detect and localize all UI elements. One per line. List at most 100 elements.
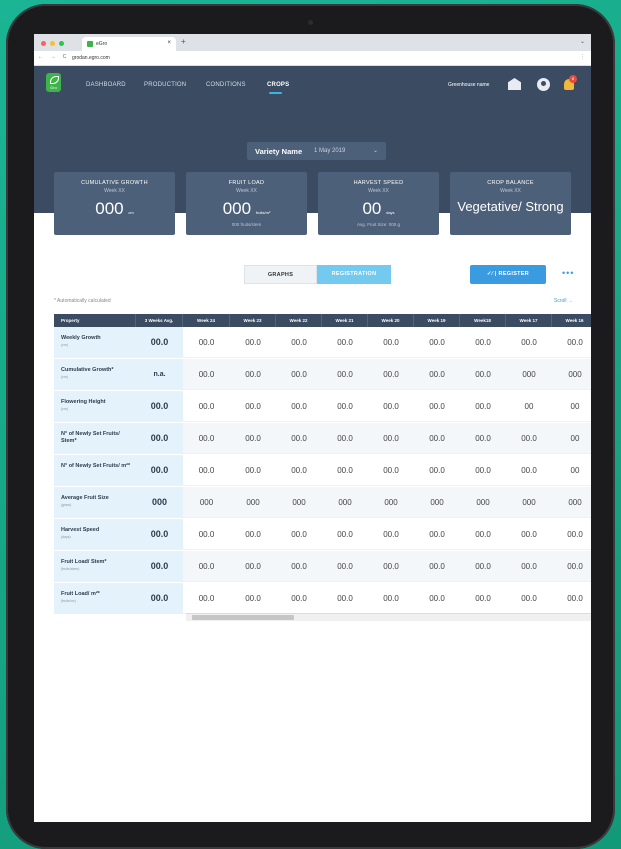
week-value-cell[interactable]: 00.0 [506, 583, 552, 614]
week-value-cell[interactable]: 00.0 [322, 551, 368, 582]
week-value-cell[interactable]: 00.0 [183, 359, 230, 390]
egro-logo[interactable]: Gro [46, 73, 61, 92]
window-controls[interactable] [41, 41, 64, 46]
week-value-cell[interactable]: 000 [552, 359, 591, 390]
week-value-cell[interactable]: 00.0 [322, 455, 368, 486]
week-value-cell[interactable]: 00.0 [368, 551, 414, 582]
week-value-cell[interactable]: 00.0 [276, 583, 322, 614]
nav-crops[interactable]: CROPS [267, 82, 289, 88]
week-value-cell[interactable]: 00.0 [276, 551, 322, 582]
week-value-cell[interactable]: 00.0 [276, 391, 322, 422]
week-value-cell[interactable]: 00.0 [506, 423, 552, 454]
week-value-cell[interactable]: 00.0 [552, 519, 591, 550]
week-value-cell[interactable]: 00.0 [230, 359, 276, 390]
week-value-cell[interactable]: 00.0 [322, 423, 368, 454]
week-value-cell[interactable]: 00.0 [414, 327, 460, 358]
nav-conditions[interactable]: CONDITIONS [206, 82, 246, 88]
week-value-cell[interactable]: 00.0 [276, 359, 322, 390]
week-value-cell[interactable]: 00 [552, 423, 591, 454]
week-value-cell[interactable]: 00.0 [552, 551, 591, 582]
scroll-hint[interactable]: Scroll → [554, 298, 573, 304]
week-value-cell[interactable]: 00.0 [460, 519, 506, 550]
horizontal-scrollbar[interactable] [186, 613, 591, 621]
table-row[interactable]: N° of Newly Set Fruits/ m²* 00.0 00.0 00.0 0… [54, 455, 591, 486]
week-value-cell[interactable]: 00.0 [414, 583, 460, 614]
week-value-cell[interactable]: 00.0 [460, 455, 506, 486]
week-value-cell[interactable]: 00.0 [183, 327, 230, 358]
table-row[interactable]: Fruit Load/ Stem* (fruits/stem) 00.0 00.0 00… [54, 551, 591, 582]
week-value-cell[interactable]: 000 [230, 487, 276, 518]
week-value-cell[interactable]: 00.0 [414, 551, 460, 582]
week-value-cell[interactable]: 00.0 [322, 327, 368, 358]
week-value-cell[interactable]: 000 [368, 487, 414, 518]
week-value-cell[interactable]: 00.0 [506, 455, 552, 486]
week-value-cell[interactable]: 00.0 [368, 359, 414, 390]
browser-tab[interactable]: eGro × [82, 37, 176, 51]
week-value-cell[interactable]: 00.0 [414, 359, 460, 390]
week-value-cell[interactable]: 000 [276, 487, 322, 518]
table-row[interactable]: Average Fruit Size (gram) 000 000 000 000 000 0… [54, 487, 591, 518]
more-options-icon[interactable]: ••• [562, 268, 574, 278]
week-value-cell[interactable]: 00.0 [460, 583, 506, 614]
week-value-cell[interactable]: 00.0 [276, 327, 322, 358]
week-value-cell[interactable]: 00.0 [414, 391, 460, 422]
tab-close-icon[interactable]: × [167, 40, 171, 46]
tab-registration[interactable]: REGISTRATION [317, 265, 391, 284]
week-value-cell[interactable]: 00.0 [552, 583, 591, 614]
week-value-cell[interactable]: 00.0 [183, 391, 230, 422]
new-tab-button[interactable]: + [181, 37, 186, 46]
week-value-cell[interactable]: 00.0 [183, 519, 230, 550]
week-value-cell[interactable]: 00.0 [230, 423, 276, 454]
week-value-cell[interactable]: 000 [552, 487, 591, 518]
week-value-cell[interactable]: 00.0 [368, 327, 414, 358]
table-row[interactable]: Flowering Height (cm) 00.0 00.0 00.0 00.0 00.0… [54, 391, 591, 422]
week-value-cell[interactable]: 000 [414, 487, 460, 518]
week-value-cell[interactable]: 00.0 [460, 551, 506, 582]
week-value-cell[interactable]: 00.0 [414, 519, 460, 550]
week-value-cell[interactable]: 00.0 [183, 583, 230, 614]
table-row[interactable]: Harvest Speed (days) 00.0 00.0 00.0 00.0 00.0 0… [54, 519, 591, 550]
browser-nav-buttons[interactable]: ← → C [38, 54, 69, 60]
tab-graphs[interactable]: GRAPHS [244, 265, 317, 284]
week-value-cell[interactable]: 00 [552, 455, 591, 486]
week-value-cell[interactable]: 00.0 [506, 551, 552, 582]
week-value-cell[interactable]: 00.0 [368, 455, 414, 486]
tab-list-chevron-icon[interactable]: ⌄ [580, 38, 585, 45]
table-row[interactable]: N° of Newly Set Fruits/ Stem* 00.0 00.0 00.… [54, 423, 591, 454]
week-value-cell[interactable]: 00.0 [414, 455, 460, 486]
nav-dashboard[interactable]: DASHBOARD [86, 82, 126, 88]
week-value-cell[interactable]: 000 [506, 359, 552, 390]
week-value-cell[interactable]: 000 [460, 487, 506, 518]
week-value-cell[interactable]: 00.0 [506, 327, 552, 358]
browser-menu-icon[interactable]: ⋮ [580, 54, 585, 60]
week-value-cell[interactable]: 00.0 [230, 551, 276, 582]
nav-production[interactable]: PRODUCTION [144, 82, 186, 88]
week-value-cell[interactable]: 00.0 [552, 327, 591, 358]
greenhouse-icon[interactable] [508, 78, 521, 90]
week-value-cell[interactable]: 00.0 [322, 519, 368, 550]
week-value-cell[interactable]: 000 [183, 487, 230, 518]
week-value-cell[interactable]: 00 [552, 391, 591, 422]
week-value-cell[interactable]: 00.0 [322, 391, 368, 422]
register-button[interactable]: ✓⁄ | REGISTER [470, 265, 546, 284]
week-value-cell[interactable]: 00.0 [276, 423, 322, 454]
week-value-cell[interactable]: 000 [322, 487, 368, 518]
week-value-cell[interactable]: 00.0 [460, 359, 506, 390]
week-value-cell[interactable]: 00.0 [230, 455, 276, 486]
user-icon[interactable] [537, 78, 550, 91]
week-value-cell[interactable]: 00.0 [276, 519, 322, 550]
greenhouse-name[interactable]: Greenhouse name [448, 82, 489, 88]
week-value-cell[interactable]: 00.0 [368, 423, 414, 454]
week-value-cell[interactable]: 00.0 [414, 423, 460, 454]
minimize-window-icon[interactable] [50, 41, 55, 46]
close-window-icon[interactable] [41, 41, 46, 46]
week-value-cell[interactable]: 00.0 [276, 455, 322, 486]
scrollbar-thumb[interactable] [192, 615, 294, 620]
week-value-cell[interactable]: 00.0 [368, 583, 414, 614]
week-value-cell[interactable]: 00.0 [322, 359, 368, 390]
variety-selector[interactable]: Variety Name 1 May 2019 ⌄ [247, 142, 386, 160]
week-value-cell[interactable]: 00.0 [230, 519, 276, 550]
week-value-cell[interactable]: 00.0 [460, 423, 506, 454]
week-value-cell[interactable]: 00.0 [230, 391, 276, 422]
week-value-cell[interactable]: 00.0 [183, 551, 230, 582]
